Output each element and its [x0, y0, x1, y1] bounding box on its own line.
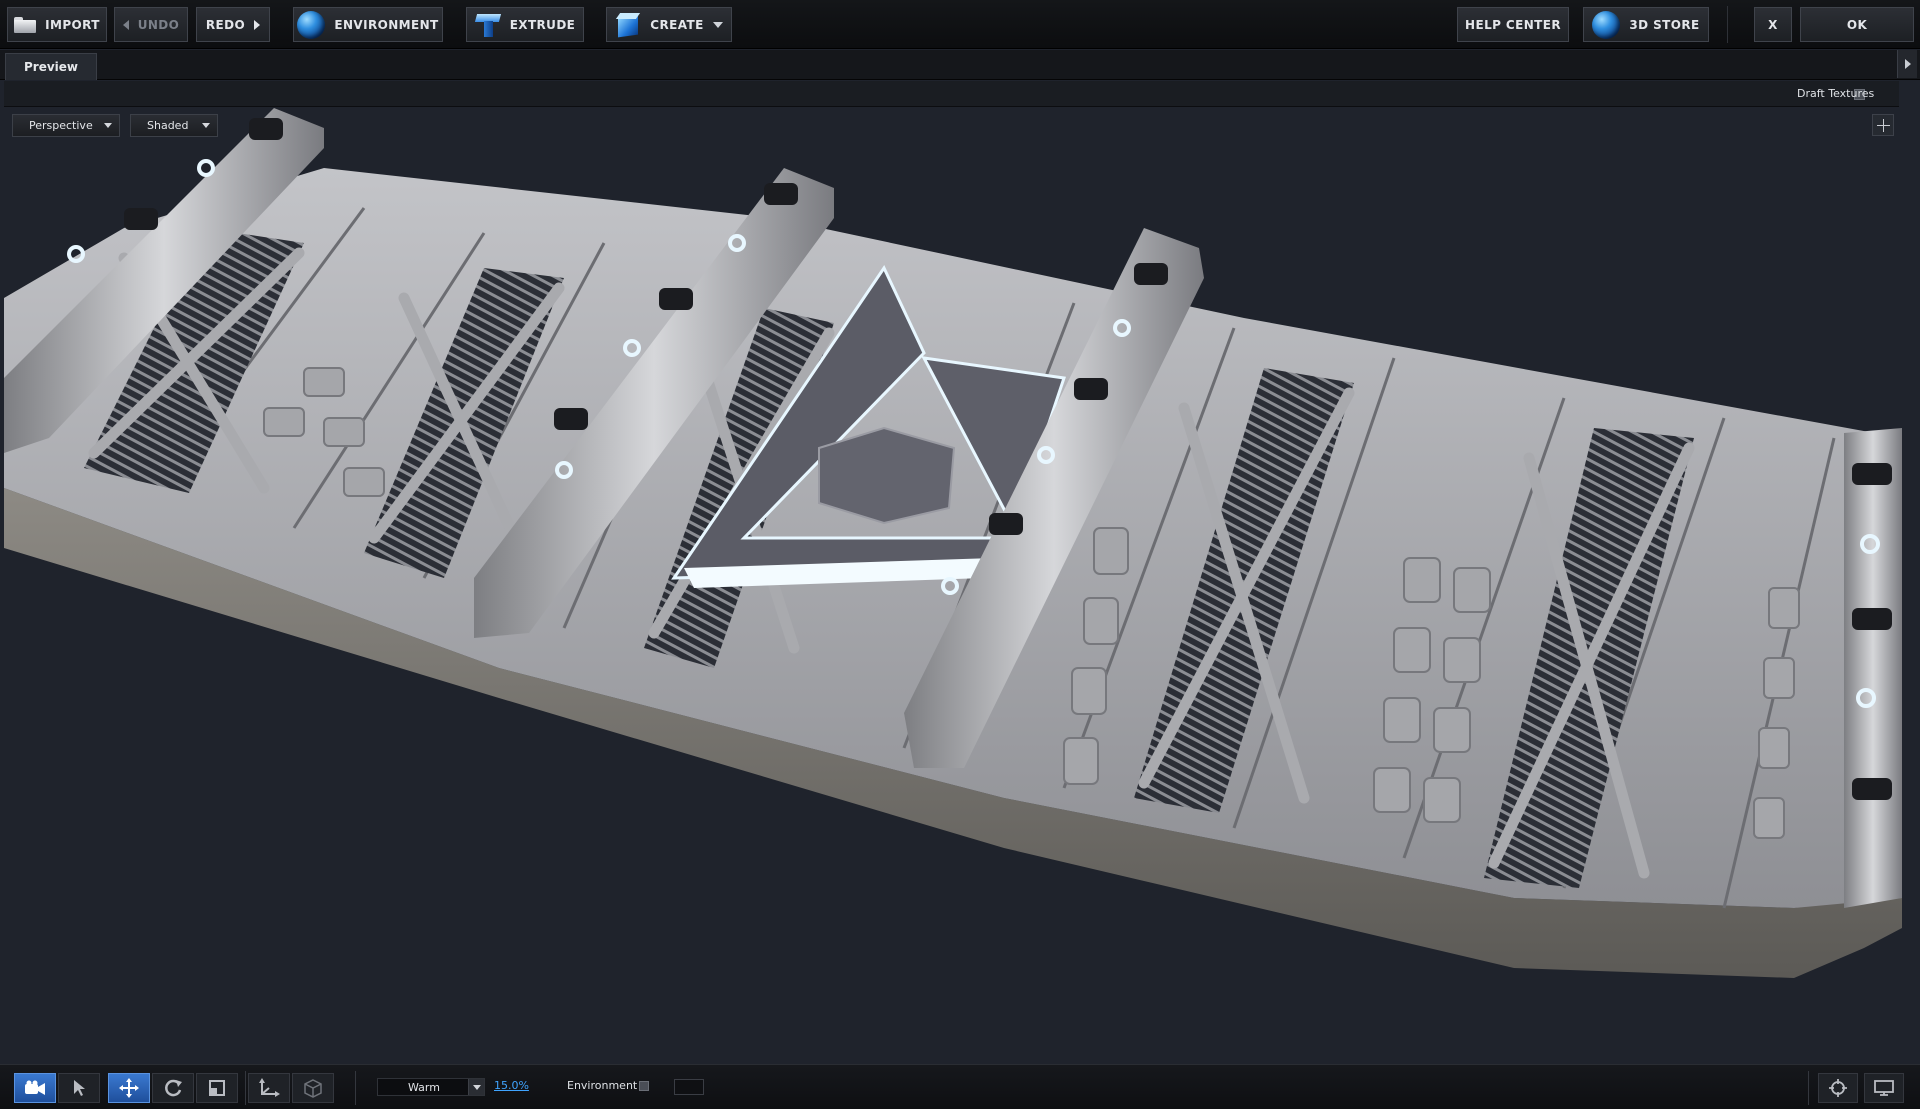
app-window: IMPORT UNDO REDO ENVIRONMENT EXTRUDE CRE… — [0, 0, 1920, 1109]
draft-textures-label: Draft Textures — [1797, 87, 1875, 100]
environment-label: ENVIRONMENT — [334, 17, 439, 32]
undo-arrow-icon — [122, 19, 129, 30]
scale-tool[interactable] — [196, 1073, 238, 1103]
redo-label: REDO — [205, 17, 246, 32]
options-bar: Draft Textures — [4, 81, 1899, 107]
folder-icon — [14, 16, 37, 33]
axis-icon — [259, 1078, 280, 1097]
chevron-down-icon — [712, 21, 723, 28]
environment-color-swatch[interactable] — [674, 1079, 704, 1095]
camera-icon — [25, 1080, 45, 1095]
extrude-label: EXTRUDE — [509, 17, 576, 32]
scale-icon — [209, 1080, 225, 1096]
tab-bar: Preview — [0, 50, 1920, 80]
cube-icon — [615, 12, 641, 38]
environment-button[interactable]: ENVIRONMENT — [293, 7, 443, 42]
ok-button[interactable]: OK — [1800, 7, 1914, 42]
chevron-down-icon — [104, 123, 112, 128]
bottom-toolbar: Warm 15.0% Environment — [0, 1064, 1920, 1109]
move-tool[interactable] — [108, 1073, 150, 1103]
maximize-icon[interactable] — [1872, 114, 1894, 136]
screen-button[interactable] — [1864, 1073, 1904, 1103]
undo-label: UNDO — [137, 17, 180, 32]
light-intensity-value[interactable]: 15.0% — [494, 1079, 529, 1092]
tool-divider — [1808, 1071, 1809, 1105]
create-label: CREATE — [650, 17, 704, 32]
environment-toggle-label: Environment — [567, 1079, 638, 1092]
rotate-tool[interactable] — [152, 1073, 194, 1103]
crosshair-icon — [1829, 1079, 1847, 1097]
scene-render — [4, 108, 1902, 978]
import-button[interactable]: IMPORT — [7, 7, 107, 42]
store-globe-icon — [1592, 10, 1621, 39]
3d-store-button[interactable]: 3D STORE — [1583, 7, 1709, 42]
select-arrow-icon — [74, 1080, 85, 1096]
top-toolbar: IMPORT UNDO REDO ENVIRONMENT EXTRUDE CRE… — [0, 0, 1920, 49]
import-label: IMPORT — [45, 17, 100, 32]
toolbar-divider — [1727, 6, 1728, 43]
tool-divider — [245, 1071, 246, 1105]
monitor-icon — [1874, 1080, 1894, 1096]
chevron-down-icon — [202, 123, 210, 128]
camera-dropdown[interactable]: Perspective — [12, 114, 120, 137]
globe-icon — [297, 10, 326, 39]
close-label: X — [1768, 17, 1778, 32]
shading-dropdown[interactable]: Shaded — [130, 114, 218, 137]
light-preset-dropdown[interactable]: Warm — [377, 1078, 485, 1096]
shading-value: Shaded — [147, 119, 189, 132]
extrude-t-icon — [475, 12, 501, 38]
redo-button[interactable]: REDO — [196, 7, 270, 42]
create-button[interactable]: CREATE — [606, 7, 732, 42]
tool-divider — [355, 1071, 356, 1105]
chevron-down-icon — [468, 1079, 484, 1095]
redo-arrow-icon — [254, 19, 261, 30]
chevron-right-icon — [1904, 59, 1911, 69]
bridge-model — [4, 108, 1902, 978]
help-center-button[interactable]: HELP CENTER — [1457, 7, 1569, 42]
undo-button[interactable]: UNDO — [114, 7, 188, 42]
panel-collapse-button[interactable] — [1897, 50, 1917, 78]
axis-tool[interactable] — [248, 1073, 290, 1103]
help-center-label: HELP CENTER — [1465, 17, 1561, 32]
light-preset-value: Warm — [408, 1080, 440, 1094]
3d-store-label: 3D STORE — [1629, 17, 1700, 32]
close-button[interactable]: X — [1754, 7, 1792, 42]
tab-preview[interactable]: Preview — [5, 53, 97, 80]
object-cube-icon — [304, 1079, 322, 1098]
3d-viewport[interactable]: Perspective Shaded — [4, 108, 1902, 1064]
select-tool[interactable] — [58, 1073, 100, 1103]
object-tool[interactable] — [292, 1073, 334, 1103]
extrude-button[interactable]: EXTRUDE — [466, 7, 584, 42]
ok-label: OK — [1846, 17, 1868, 32]
rotate-icon — [165, 1079, 182, 1097]
target-button[interactable] — [1818, 1073, 1858, 1103]
move-icon — [119, 1078, 139, 1098]
camera-value: Perspective — [29, 119, 93, 132]
environment-checkbox[interactable] — [639, 1081, 649, 1091]
camera-tool[interactable] — [14, 1073, 56, 1103]
